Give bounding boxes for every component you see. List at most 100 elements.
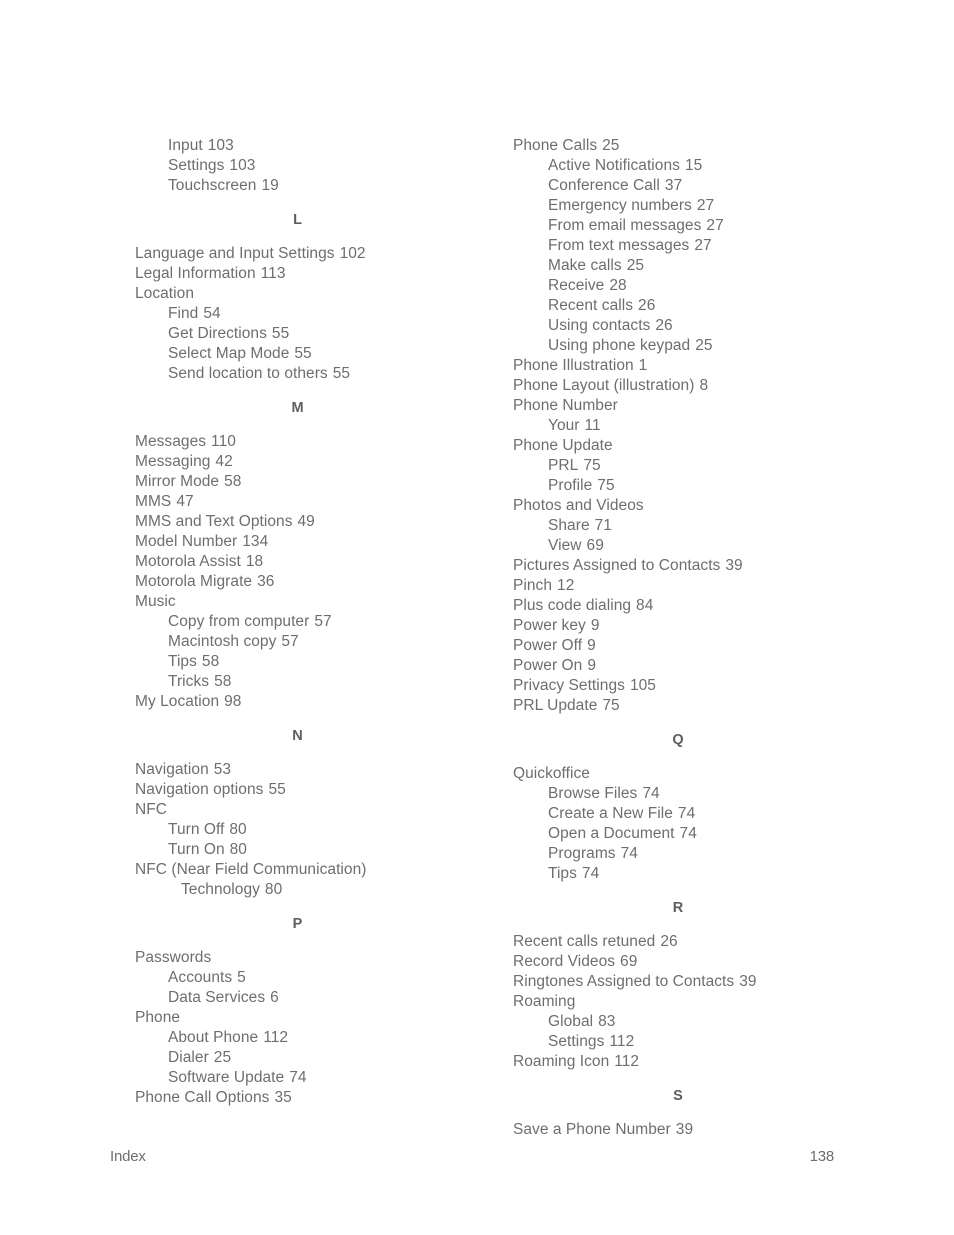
index-subentry[interactable]: Share 71 [548, 516, 913, 536]
index-entry-text: Power Off [513, 637, 583, 654]
index-entry[interactable]: Power On 9 [513, 656, 913, 676]
index-subentry[interactable]: Settings 103 [168, 156, 505, 176]
index-subentry[interactable]: Emergency numbers 27 [548, 196, 913, 216]
index-subentry[interactable]: Profile 75 [548, 476, 913, 496]
index-entry[interactable]: Power key 9 [513, 616, 913, 636]
index-subentry[interactable]: Copy from computer 57 [168, 612, 505, 632]
index-entry-text: Find [168, 305, 199, 322]
index-entry-page: 74 [620, 845, 638, 862]
index-subentry[interactable]: Settings 112 [548, 1032, 913, 1052]
index-entry[interactable]: Phone Number [513, 396, 913, 416]
index-subentry[interactable]: Recent calls 26 [548, 296, 913, 316]
index-subentry[interactable]: About Phone 112 [168, 1028, 505, 1048]
index-subentry[interactable]: Make calls 25 [548, 256, 913, 276]
index-subentry[interactable]: Accounts 5 [168, 968, 505, 988]
index-entry[interactable]: Pinch 12 [513, 576, 913, 596]
index-entry[interactable]: Quickoffice [513, 764, 913, 784]
index-entry-text: Receive [548, 277, 605, 294]
index-entry[interactable]: Phone [135, 1008, 505, 1028]
index-subentry[interactable]: Using phone keypad 25 [548, 336, 913, 356]
index-entry[interactable]: Passwords [135, 948, 505, 968]
index-entry[interactable]: Recent calls retuned 26 [513, 932, 913, 952]
section-letter-s: S [673, 1088, 683, 1104]
index-entry[interactable]: PRL Update 75 [513, 696, 913, 716]
index-subentry[interactable]: Using contacts 26 [548, 316, 913, 336]
index-subentry[interactable]: Dialer 25 [168, 1048, 505, 1068]
index-subentry[interactable]: View 69 [548, 536, 913, 556]
index-subentry[interactable]: Create a New File 74 [548, 804, 913, 824]
index-subentry[interactable]: Send location to others 55 [168, 364, 505, 384]
index-entry[interactable]: Music [135, 592, 505, 612]
index-subentry[interactable]: Get Directions 55 [168, 324, 505, 344]
index-subentry[interactable]: Select Map Mode 55 [168, 344, 505, 364]
index-entry[interactable]: MMS 47 [135, 492, 505, 512]
index-entry[interactable]: Privacy Settings 105 [513, 676, 913, 696]
index-subentry[interactable]: Tips 58 [168, 652, 505, 672]
index-entry[interactable]: Motorola Migrate 36 [135, 572, 505, 592]
index-entry[interactable]: Record Videos 69 [513, 952, 913, 972]
index-entry-text: PRL [548, 457, 579, 474]
index-subentry[interactable]: From text messages 27 [548, 236, 913, 256]
index-entry[interactable]: NFC (Near Field Communication) [135, 860, 505, 880]
index-subentry[interactable]: Open a Document 74 [548, 824, 913, 844]
index-entry[interactable]: Phone Calls 25 [513, 136, 913, 156]
index-entry[interactable]: Photos and Videos [513, 496, 913, 516]
index-entry[interactable]: Mirror Mode 58 [135, 472, 505, 492]
index-entry-text: Tips [548, 865, 577, 882]
index-subentry[interactable]: Your 11 [548, 416, 913, 436]
index-entry[interactable]: Motorola Assist 18 [135, 552, 505, 572]
index-subentry[interactable]: Turn Off 80 [168, 820, 505, 840]
index-entry[interactable]: MMS and Text Options 49 [135, 512, 505, 532]
index-entry[interactable]: Phone Call Options 35 [135, 1088, 505, 1108]
index-subentry[interactable]: Macintosh copy 57 [168, 632, 505, 652]
index-subentry[interactable]: Tricks 58 [168, 672, 505, 692]
index-entry[interactable]: Plus code dialing 84 [513, 596, 913, 616]
index-entry[interactable]: Save a Phone Number 39 [513, 1120, 913, 1140]
index-subentry[interactable]: Global 83 [548, 1012, 913, 1032]
index-subentry[interactable]: Conference Call 37 [548, 176, 913, 196]
index-subentry[interactable]: Turn On 80 [168, 840, 505, 860]
index-subentry[interactable]: From email messages 27 [548, 216, 913, 236]
index-subentry[interactable]: Receive 28 [548, 276, 913, 296]
index-entry[interactable]: Roaming [513, 992, 913, 1012]
index-entry[interactable]: Pictures Assigned to Contacts 39 [513, 556, 913, 576]
index-subentry[interactable]: Technology 80 [181, 880, 505, 900]
index-subentry[interactable]: Software Update 74 [168, 1068, 505, 1088]
index-entry[interactable]: Roaming Icon 112 [513, 1052, 913, 1072]
index-subentry[interactable]: Browse Files 74 [548, 784, 913, 804]
index-entry[interactable]: Navigation 53 [135, 760, 505, 780]
index-entry-page: 80 [229, 821, 247, 838]
index-entry[interactable]: Ringtones Assigned to Contacts 39 [513, 972, 913, 992]
index-subentry[interactable]: Active Notifications 15 [548, 156, 913, 176]
index-entry-text: Technology [181, 881, 260, 898]
index-entry[interactable]: Messaging 42 [135, 452, 505, 472]
index-subentry[interactable]: Touchscreen 19 [168, 176, 505, 196]
index-subentry[interactable]: Tips 74 [548, 864, 913, 884]
index-entry[interactable]: Legal Information 113 [135, 264, 505, 284]
index-subentry[interactable]: Programs 74 [548, 844, 913, 864]
index-subentry[interactable]: Input 103 [168, 136, 505, 156]
index-entry-text: Global [548, 1013, 594, 1030]
index-entry-page: 71 [594, 517, 612, 534]
index-entry-text: Phone Number [513, 397, 618, 414]
section-letter-q: Q [672, 732, 684, 748]
index-entry[interactable]: Language and Input Settings 102 [135, 244, 505, 264]
section-letter-p: P [292, 916, 303, 932]
index-entry[interactable]: Phone Update [513, 436, 913, 456]
index-entry[interactable]: Model Number 134 [135, 532, 505, 552]
index-entry[interactable]: NFC [135, 800, 505, 820]
index-entry[interactable]: My Location 98 [135, 692, 505, 712]
index-subentry[interactable]: Data Services 6 [168, 988, 505, 1008]
index-entry-text: Get Directions [168, 325, 267, 342]
index-subentry[interactable]: Find 54 [168, 304, 505, 324]
index-entry[interactable]: Messages 110 [135, 432, 505, 452]
index-entry[interactable]: Phone Illustration 1 [513, 356, 913, 376]
index-entry[interactable]: Location [135, 284, 505, 304]
index-entry-page: 9 [590, 617, 600, 634]
index-entry[interactable]: Phone Layout (illustration) 8 [513, 376, 913, 396]
index-subentry[interactable]: PRL 75 [548, 456, 913, 476]
index-entry[interactable]: Navigation options 55 [135, 780, 505, 800]
index-entry[interactable]: Power Off 9 [513, 636, 913, 656]
